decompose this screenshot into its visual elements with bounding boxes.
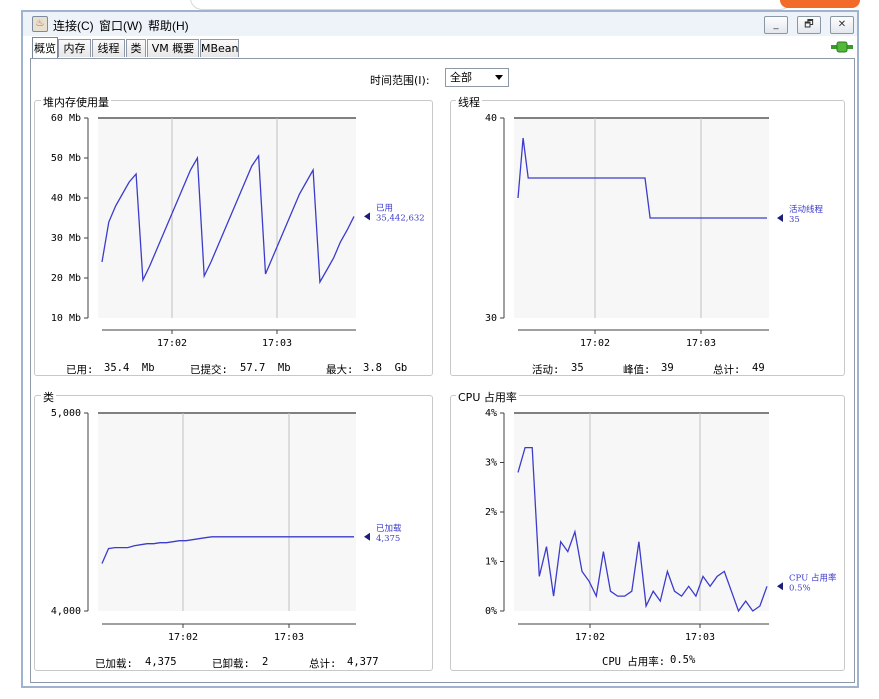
series-name-label: CPU 占用率 bbox=[789, 572, 837, 583]
cpu-usage-chart: 4% 3% 2% 1% 0% 17:02 17:03 CPU 占用率0.5% bbox=[485, 408, 837, 643]
cpu-usage-value: 0.5% bbox=[670, 654, 696, 666]
series-value-label: 0.5% bbox=[789, 583, 811, 593]
y-tick-label: 3% bbox=[485, 458, 497, 469]
y-tick-label: 0% bbox=[485, 606, 497, 617]
y-tick-label: 1% bbox=[485, 557, 497, 568]
y-tick-label: 2% bbox=[485, 507, 497, 518]
cpu-usage-label: CPU 占用率: bbox=[602, 656, 666, 668]
y-tick-label: 4% bbox=[485, 408, 497, 419]
x-tick-label: 17:03 bbox=[685, 632, 715, 643]
x-tick-label: 17:02 bbox=[575, 632, 605, 643]
current-value-marker-icon bbox=[777, 582, 783, 591]
plot-area bbox=[514, 413, 769, 611]
